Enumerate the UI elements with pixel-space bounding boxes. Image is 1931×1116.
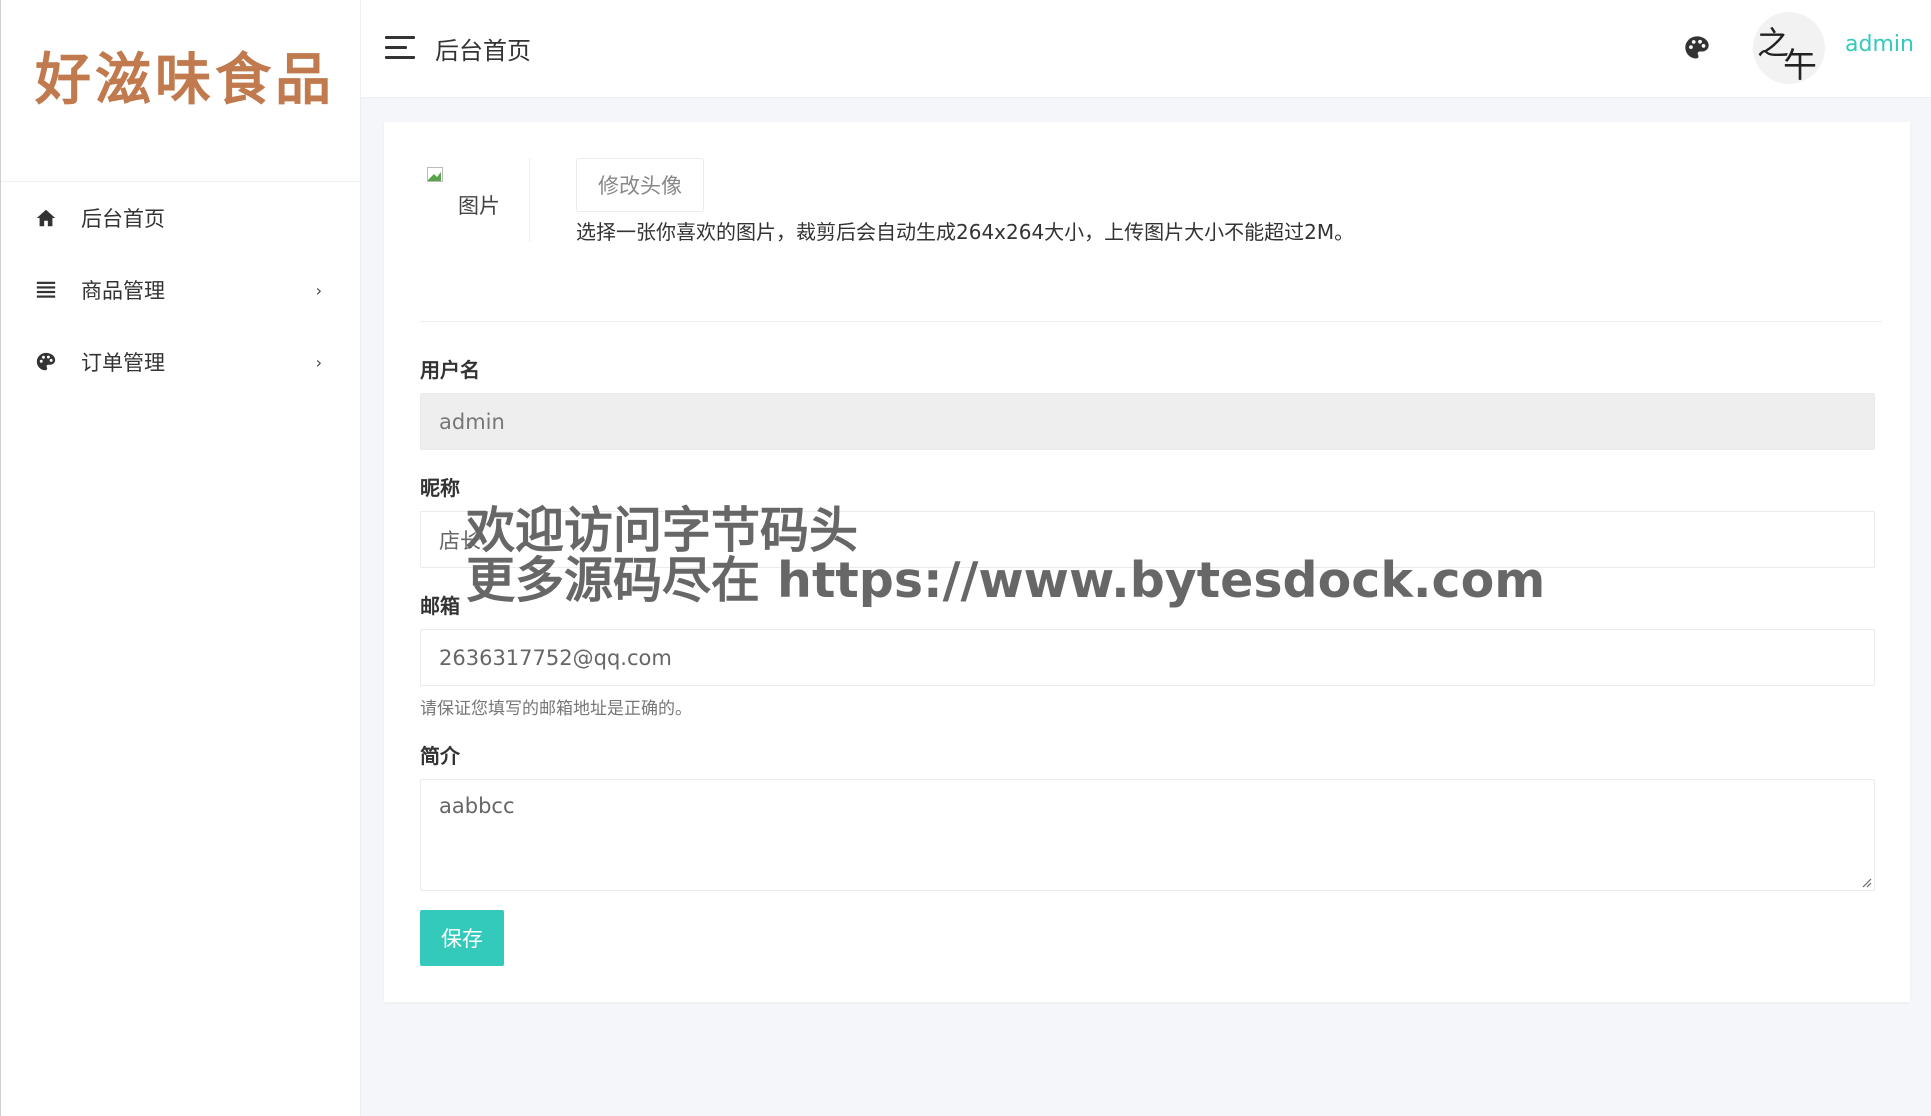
theme-palette-icon[interactable] xyxy=(1683,34,1711,62)
avatar-image: 图片 xyxy=(420,158,530,242)
sidebar-item-label: 订单管理 xyxy=(81,351,165,375)
change-avatar-button[interactable]: 修改头像 xyxy=(576,158,704,212)
email-label: 邮箱 xyxy=(420,594,460,618)
brand-logo[interactable]: 好滋味食品 xyxy=(1,0,360,182)
nickname-field[interactable]: 店长 xyxy=(420,511,1875,568)
sidebar-item-orders[interactable]: 订单管理 › xyxy=(1,326,360,398)
sidebar-item-dashboard[interactable]: 后台首页 xyxy=(1,182,360,254)
chevron-right-icon: › xyxy=(315,352,322,372)
save-button[interactable]: 保存 xyxy=(420,910,504,966)
bio-label: 简介 xyxy=(420,744,460,768)
top-bar: 后台首页 之 午 admin xyxy=(361,0,1931,98)
resize-grip-icon[interactable] xyxy=(1860,876,1872,888)
page-title: 后台首页 xyxy=(435,37,531,65)
bio-value: aabbcc xyxy=(439,794,515,818)
sidebar-item-label: 后台首页 xyxy=(81,207,165,231)
sidebar-nav: 后台首页 商品管理 › 订单管理 › xyxy=(1,182,360,398)
nickname-label: 昵称 xyxy=(420,476,460,500)
sidebar-item-label: 商品管理 xyxy=(81,279,165,303)
avatar-upload-section: 图片 修改头像 选择一张你喜欢的图片，裁剪后会自动生成264x264大小，上传图… xyxy=(420,158,1882,322)
avatar[interactable]: 之 午 xyxy=(1753,12,1825,84)
profile-card: 图片 修改头像 选择一张你喜欢的图片，裁剪后会自动生成264x264大小，上传图… xyxy=(384,122,1910,1002)
email-group: 邮箱 2636317752@qq.com 请保证您填写的邮箱地址是正确的。 xyxy=(420,590,1875,719)
avatar-hint: 选择一张你喜欢的图片，裁剪后会自动生成264x264大小，上传图片大小不能超过2… xyxy=(576,220,1355,244)
username-group: 用户名 admin xyxy=(420,354,1875,450)
nickname-group: 昵称 店长 xyxy=(420,472,1875,568)
broken-image-icon xyxy=(427,167,443,182)
bio-group: 简介 aabbcc xyxy=(420,740,1875,891)
username-label: 用户名 xyxy=(420,358,480,382)
menu-toggle-icon[interactable] xyxy=(385,36,415,60)
user-name-link[interactable]: admin xyxy=(1845,32,1914,57)
sidebar-item-products[interactable]: 商品管理 › xyxy=(1,254,360,326)
home-icon xyxy=(35,207,57,229)
bio-textarea[interactable]: aabbcc xyxy=(420,779,1875,891)
username-field: admin xyxy=(420,393,1875,450)
email-field[interactable]: 2636317752@qq.com xyxy=(420,629,1875,686)
email-help-text: 请保证您填写的邮箱地址是正确的。 xyxy=(420,699,692,719)
palette-icon xyxy=(35,351,57,373)
brand-name: 好滋味食品 xyxy=(35,47,335,113)
avatar-glyph: 午 xyxy=(1783,46,1817,84)
sidebar: 好滋味食品 后台首页 商品管理 › 订单管理 › xyxy=(0,0,361,1116)
list-icon xyxy=(35,279,57,301)
chevron-right-icon: › xyxy=(315,280,322,300)
image-alt-text: 图片 xyxy=(458,194,500,218)
